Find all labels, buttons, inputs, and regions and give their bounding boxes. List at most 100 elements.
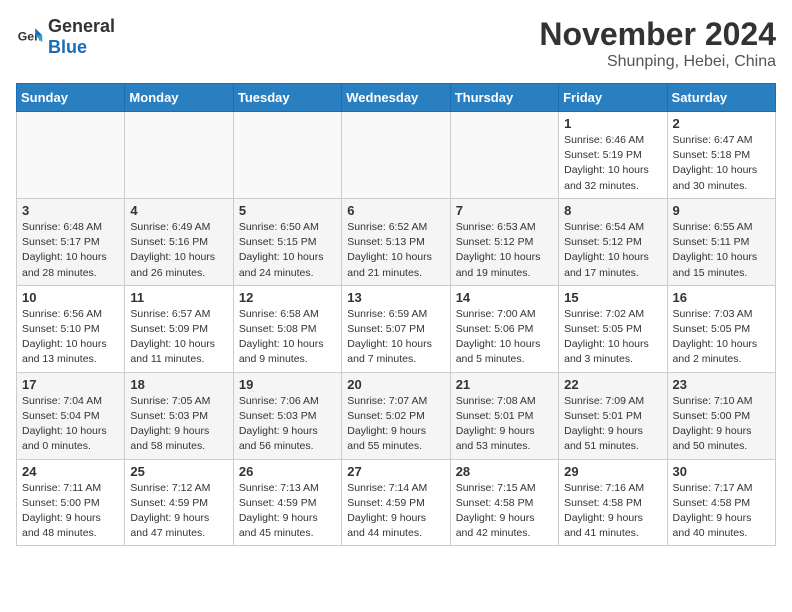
day-info: Sunrise: 7:10 AM Sunset: 5:00 PM Dayligh… [673, 394, 770, 455]
calendar-cell [17, 112, 125, 199]
weekday-row: SundayMondayTuesdayWednesdayThursdayFrid… [17, 84, 776, 112]
calendar-cell [342, 112, 450, 199]
day-number: 5 [239, 203, 336, 218]
day-number: 25 [130, 464, 227, 479]
calendar-cell [233, 112, 341, 199]
calendar-cell: 12 Sunrise: 6:58 AM Sunset: 5:08 PM Dayli… [233, 285, 341, 372]
day-info: Sunrise: 7:08 AM Sunset: 5:01 PM Dayligh… [456, 394, 553, 455]
day-info: Sunrise: 6:55 AM Sunset: 5:11 PM Dayligh… [673, 220, 770, 281]
day-number: 16 [673, 290, 770, 305]
day-info: Sunrise: 6:56 AM Sunset: 5:10 PM Dayligh… [22, 307, 119, 368]
calendar-week-1: 1 Sunrise: 6:46 AM Sunset: 5:19 PM Daylig… [17, 112, 776, 199]
weekday-header-monday: Monday [125, 84, 233, 112]
day-info: Sunrise: 7:12 AM Sunset: 4:59 PM Dayligh… [130, 481, 227, 542]
logo-blue: Blue [48, 37, 87, 57]
calendar-cell: 29 Sunrise: 7:16 AM Sunset: 4:58 PM Dayli… [559, 459, 667, 546]
calendar-week-2: 3Sunrise: 6:48 AM Sunset: 5:17 PM Daylig… [17, 198, 776, 285]
calendar-cell: 14Sunrise: 7:00 AM Sunset: 5:06 PM Dayli… [450, 285, 558, 372]
calendar-cell: 6 Sunrise: 6:52 AM Sunset: 5:13 PM Daylig… [342, 198, 450, 285]
day-number: 4 [130, 203, 227, 218]
day-info: Sunrise: 6:48 AM Sunset: 5:17 PM Dayligh… [22, 220, 119, 281]
calendar-cell: 27 Sunrise: 7:14 AM Sunset: 4:59 PM Dayli… [342, 459, 450, 546]
day-info: Sunrise: 6:53 AM Sunset: 5:12 PM Dayligh… [456, 220, 553, 281]
calendar-cell: 28 Sunrise: 7:15 AM Sunset: 4:58 PM Dayli… [450, 459, 558, 546]
day-number: 8 [564, 203, 661, 218]
day-number: 2 [673, 116, 770, 131]
day-info: Sunrise: 7:03 AM Sunset: 5:05 PM Dayligh… [673, 307, 770, 368]
calendar-cell: 4 Sunrise: 6:49 AM Sunset: 5:16 PM Daylig… [125, 198, 233, 285]
day-info: Sunrise: 7:15 AM Sunset: 4:58 PM Dayligh… [456, 481, 553, 542]
calendar-cell: 24Sunrise: 7:11 AM Sunset: 5:00 PM Dayli… [17, 459, 125, 546]
day-info: Sunrise: 6:52 AM Sunset: 5:13 PM Dayligh… [347, 220, 444, 281]
page-header: Gen General Blue November 2024 Shunping,… [16, 16, 776, 71]
day-info: Sunrise: 7:07 AM Sunset: 5:02 PM Dayligh… [347, 394, 444, 455]
day-info: Sunrise: 6:49 AM Sunset: 5:16 PM Dayligh… [130, 220, 227, 281]
calendar-cell: 7 Sunrise: 6:53 AM Sunset: 5:12 PM Daylig… [450, 198, 558, 285]
day-number: 14 [456, 290, 553, 305]
day-number: 1 [564, 116, 661, 131]
calendar-cell: 5 Sunrise: 6:50 AM Sunset: 5:15 PM Daylig… [233, 198, 341, 285]
day-number: 9 [673, 203, 770, 218]
calendar-cell: 13Sunrise: 6:59 AM Sunset: 5:07 PM Dayli… [342, 285, 450, 372]
weekday-header-tuesday: Tuesday [233, 84, 341, 112]
month-title: November 2024 [539, 16, 776, 53]
weekday-header-sunday: Sunday [17, 84, 125, 112]
logo-general: General [48, 16, 115, 36]
calendar-cell: 10 Sunrise: 6:56 AM Sunset: 5:10 PM Dayli… [17, 285, 125, 372]
day-number: 26 [239, 464, 336, 479]
calendar-cell: 2 Sunrise: 6:47 AM Sunset: 5:18 PM Daylig… [667, 112, 775, 199]
calendar-week-3: 10 Sunrise: 6:56 AM Sunset: 5:10 PM Dayli… [17, 285, 776, 372]
day-info: Sunrise: 7:14 AM Sunset: 4:59 PM Dayligh… [347, 481, 444, 542]
day-info: Sunrise: 7:05 AM Sunset: 5:03 PM Dayligh… [130, 394, 227, 455]
day-number: 18 [130, 377, 227, 392]
calendar-header: SundayMondayTuesdayWednesdayThursdayFrid… [17, 84, 776, 112]
day-number: 12 [239, 290, 336, 305]
day-info: Sunrise: 6:46 AM Sunset: 5:19 PM Dayligh… [564, 133, 661, 194]
calendar-cell: 20 Sunrise: 7:07 AM Sunset: 5:02 PM Dayli… [342, 372, 450, 459]
calendar-cell: 11Sunrise: 6:57 AM Sunset: 5:09 PM Dayli… [125, 285, 233, 372]
day-number: 11 [130, 290, 227, 305]
day-number: 27 [347, 464, 444, 479]
day-number: 20 [347, 377, 444, 392]
day-info: Sunrise: 7:02 AM Sunset: 5:05 PM Dayligh… [564, 307, 661, 368]
day-number: 10 [22, 290, 119, 305]
weekday-header-wednesday: Wednesday [342, 84, 450, 112]
day-info: Sunrise: 7:13 AM Sunset: 4:59 PM Dayligh… [239, 481, 336, 542]
day-number: 23 [673, 377, 770, 392]
day-number: 17 [22, 377, 119, 392]
day-info: Sunrise: 7:04 AM Sunset: 5:04 PM Dayligh… [22, 394, 119, 455]
calendar-cell: 8 Sunrise: 6:54 AM Sunset: 5:12 PM Daylig… [559, 198, 667, 285]
title-area: November 2024 Shunping, Hebei, China [539, 16, 776, 71]
day-number: 28 [456, 464, 553, 479]
calendar-cell: 16 Sunrise: 7:03 AM Sunset: 5:05 PM Dayli… [667, 285, 775, 372]
calendar-cell: 21 Sunrise: 7:08 AM Sunset: 5:01 PM Dayli… [450, 372, 558, 459]
day-info: Sunrise: 7:09 AM Sunset: 5:01 PM Dayligh… [564, 394, 661, 455]
calendar-cell: 15 Sunrise: 7:02 AM Sunset: 5:05 PM Dayli… [559, 285, 667, 372]
day-number: 7 [456, 203, 553, 218]
day-number: 15 [564, 290, 661, 305]
day-info: Sunrise: 6:47 AM Sunset: 5:18 PM Dayligh… [673, 133, 770, 194]
day-info: Sunrise: 6:59 AM Sunset: 5:07 PM Dayligh… [347, 307, 444, 368]
calendar-cell: 3Sunrise: 6:48 AM Sunset: 5:17 PM Daylig… [17, 198, 125, 285]
calendar-cell: 19Sunrise: 7:06 AM Sunset: 5:03 PM Dayli… [233, 372, 341, 459]
calendar-table: SundayMondayTuesdayWednesdayThursdayFrid… [16, 83, 776, 546]
day-number: 29 [564, 464, 661, 479]
day-number: 19 [239, 377, 336, 392]
calendar-cell: 23 Sunrise: 7:10 AM Sunset: 5:00 PM Dayli… [667, 372, 775, 459]
logo-text: General Blue [48, 16, 115, 58]
calendar-cell: 1 Sunrise: 6:46 AM Sunset: 5:19 PM Daylig… [559, 112, 667, 199]
day-number: 6 [347, 203, 444, 218]
location: Shunping, Hebei, China [539, 53, 776, 71]
day-number: 24 [22, 464, 119, 479]
day-info: Sunrise: 6:54 AM Sunset: 5:12 PM Dayligh… [564, 220, 661, 281]
calendar-cell: 17 Sunrise: 7:04 AM Sunset: 5:04 PM Dayli… [17, 372, 125, 459]
weekday-header-saturday: Saturday [667, 84, 775, 112]
day-info: Sunrise: 7:17 AM Sunset: 4:58 PM Dayligh… [673, 481, 770, 542]
calendar-cell [125, 112, 233, 199]
calendar-cell: 26 Sunrise: 7:13 AM Sunset: 4:59 PM Dayli… [233, 459, 341, 546]
day-info: Sunrise: 6:58 AM Sunset: 5:08 PM Dayligh… [239, 307, 336, 368]
day-number: 21 [456, 377, 553, 392]
calendar-cell: 22Sunrise: 7:09 AM Sunset: 5:01 PM Dayli… [559, 372, 667, 459]
day-info: Sunrise: 7:16 AM Sunset: 4:58 PM Dayligh… [564, 481, 661, 542]
day-info: Sunrise: 6:50 AM Sunset: 5:15 PM Dayligh… [239, 220, 336, 281]
